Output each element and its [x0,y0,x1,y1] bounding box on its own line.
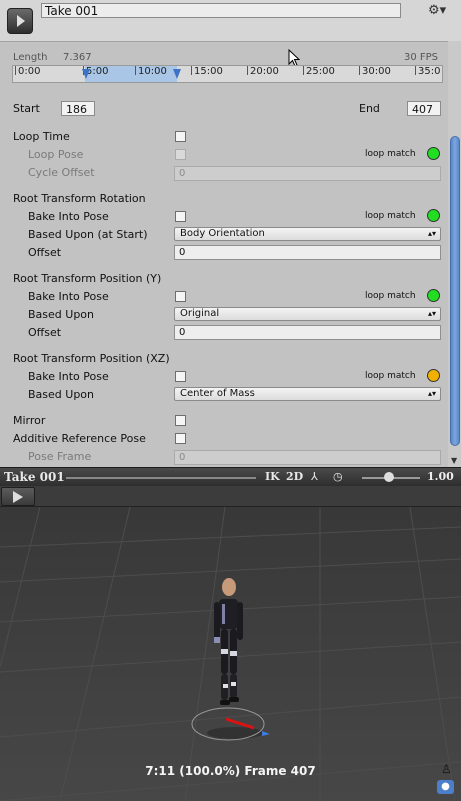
position-y-loop-match-indicator [427,289,440,302]
additive-reference-pose-label: Additive Reference Pose [13,432,146,445]
rotation-offset-field[interactable]: 0 [174,245,441,260]
fps-label: 30 FPS [404,52,439,63]
timeline-tick: 20:00 [247,66,279,77]
mirror-checkbox[interactable] [175,415,186,426]
rotation-bake-checkbox[interactable] [175,211,186,222]
position-xz-loop-match-indicator [427,369,440,382]
position-y-bake-checkbox[interactable] [175,291,186,302]
length-value: 7.367 [63,52,92,63]
pose-frame-field[interactable]: 0 [174,450,441,465]
dropdown-arrow-icon: ▴▾ [427,229,436,238]
timeline-tick: 10:00 [135,66,167,77]
preview-toolbar: Take 001 IK 2D ⅄ ◷ 1.00 [0,467,461,486]
cycle-offset-field[interactable]: 0 [174,166,441,181]
position-y-bake-label: Bake Into Pose [28,290,109,303]
clip-header: Take 001 ⚙▾ [0,0,461,42]
speed-icon: ◷ [333,470,343,483]
speed-value: 1.00 [427,470,454,483]
pose-frame-label: Pose Frame [28,450,92,463]
pivot-icon[interactable]: ⅄ [311,470,318,483]
root-position-y-heading: Root Transform Position (Y) [13,272,162,285]
timeline-ruler[interactable]: 0:00 5:00 10:00 15:00 20:00 25:00 30:00 … [12,65,443,83]
rotation-bake-label: Bake Into Pose [28,210,109,223]
timeline-tick: 15:00 [191,66,223,77]
dropdown-arrow-icon: ▴▾ [427,389,436,398]
dropdown-arrow-icon: ▴▾ [427,309,436,318]
rotation-offset-label: Offset [28,246,62,259]
play-button[interactable] [1,487,35,506]
start-frame-input[interactable]: 186 [61,101,95,116]
position-xz-based-upon-value: Center of Mass [180,388,255,399]
clip-name-field[interactable]: Take 001 [41,3,401,18]
scroll-down-arrow-icon[interactable]: ▼ [451,456,457,465]
loop-match-label: loop match [365,371,416,381]
timeline-tick: 25:00 [303,66,335,77]
timeline-tick: 35:0 [415,66,440,77]
additive-reference-pose-checkbox[interactable] [175,433,186,444]
preview-frame-status: 7:11 (100.0%) Frame 407 [145,764,316,778]
position-y-offset-field[interactable]: 0 [174,325,441,340]
position-y-based-upon-label: Based Upon [28,308,94,321]
preview-viewport[interactable] [0,507,461,801]
end-marker-handle[interactable] [173,69,181,79]
avatar-figure-icon[interactable]: ♙ [441,762,452,776]
end-frame-input[interactable]: 407 [407,101,441,116]
rotation-based-upon-dropdown[interactable]: Body Orientation ▴▾ [174,227,441,241]
length-label: Length [13,52,48,63]
start-marker-handle[interactable] [82,69,90,79]
position-xz-based-upon-dropdown[interactable]: Center of Mass ▴▾ [174,387,441,401]
inspector-scrollbar[interactable]: ▼ [448,41,461,467]
tag-icon[interactable]: ● [437,780,454,794]
loop-time-label: Loop Time [13,130,70,143]
position-xz-based-upon-label: Based Upon [28,388,94,401]
preview-title: Take 001 [4,470,65,484]
loop-pose-label: Loop Pose [28,148,84,161]
animation-clip-icon [7,8,33,34]
loop-match-label: loop match [365,211,416,221]
rotation-based-upon-value: Body Orientation [180,228,265,239]
gear-icon[interactable]: ⚙▾ [428,3,446,18]
loop-match-indicator [427,147,440,160]
loop-pose-checkbox[interactable] [175,149,186,160]
root-position-xz-heading: Root Transform Position (XZ) [13,352,170,365]
start-label: Start [13,102,40,115]
loop-match-label: loop match [365,291,416,301]
cycle-offset-label: Cycle Offset [28,166,95,179]
mirror-label: Mirror [13,414,46,427]
viewport-scene [0,507,461,801]
position-y-offset-label: Offset [28,326,62,339]
rotation-based-upon-label: Based Upon (at Start) [28,228,148,241]
position-y-based-upon-value: Original [180,308,220,319]
speed-slider-knob[interactable] [384,472,394,482]
scrollbar-thumb[interactable] [450,136,460,446]
rotation-loop-match-indicator [427,209,440,222]
loop-match-label: loop match [365,149,416,159]
end-label: End [359,102,380,115]
position-xz-bake-label: Bake Into Pose [28,370,109,383]
2d-toggle-button[interactable]: 2D [286,470,303,483]
ik-toggle-button[interactable]: IK [265,470,280,483]
loop-time-checkbox[interactable] [175,131,186,142]
preview-play-bar [0,486,461,507]
root-rotation-heading: Root Transform Rotation [13,192,146,205]
position-y-based-upon-dropdown[interactable]: Original ▴▾ [174,307,441,321]
preview-timeline-track[interactable] [66,477,256,479]
timeline-tick: 0:00 [15,66,40,77]
timeline-tick: 30:00 [359,66,391,77]
position-xz-bake-checkbox[interactable] [175,371,186,382]
